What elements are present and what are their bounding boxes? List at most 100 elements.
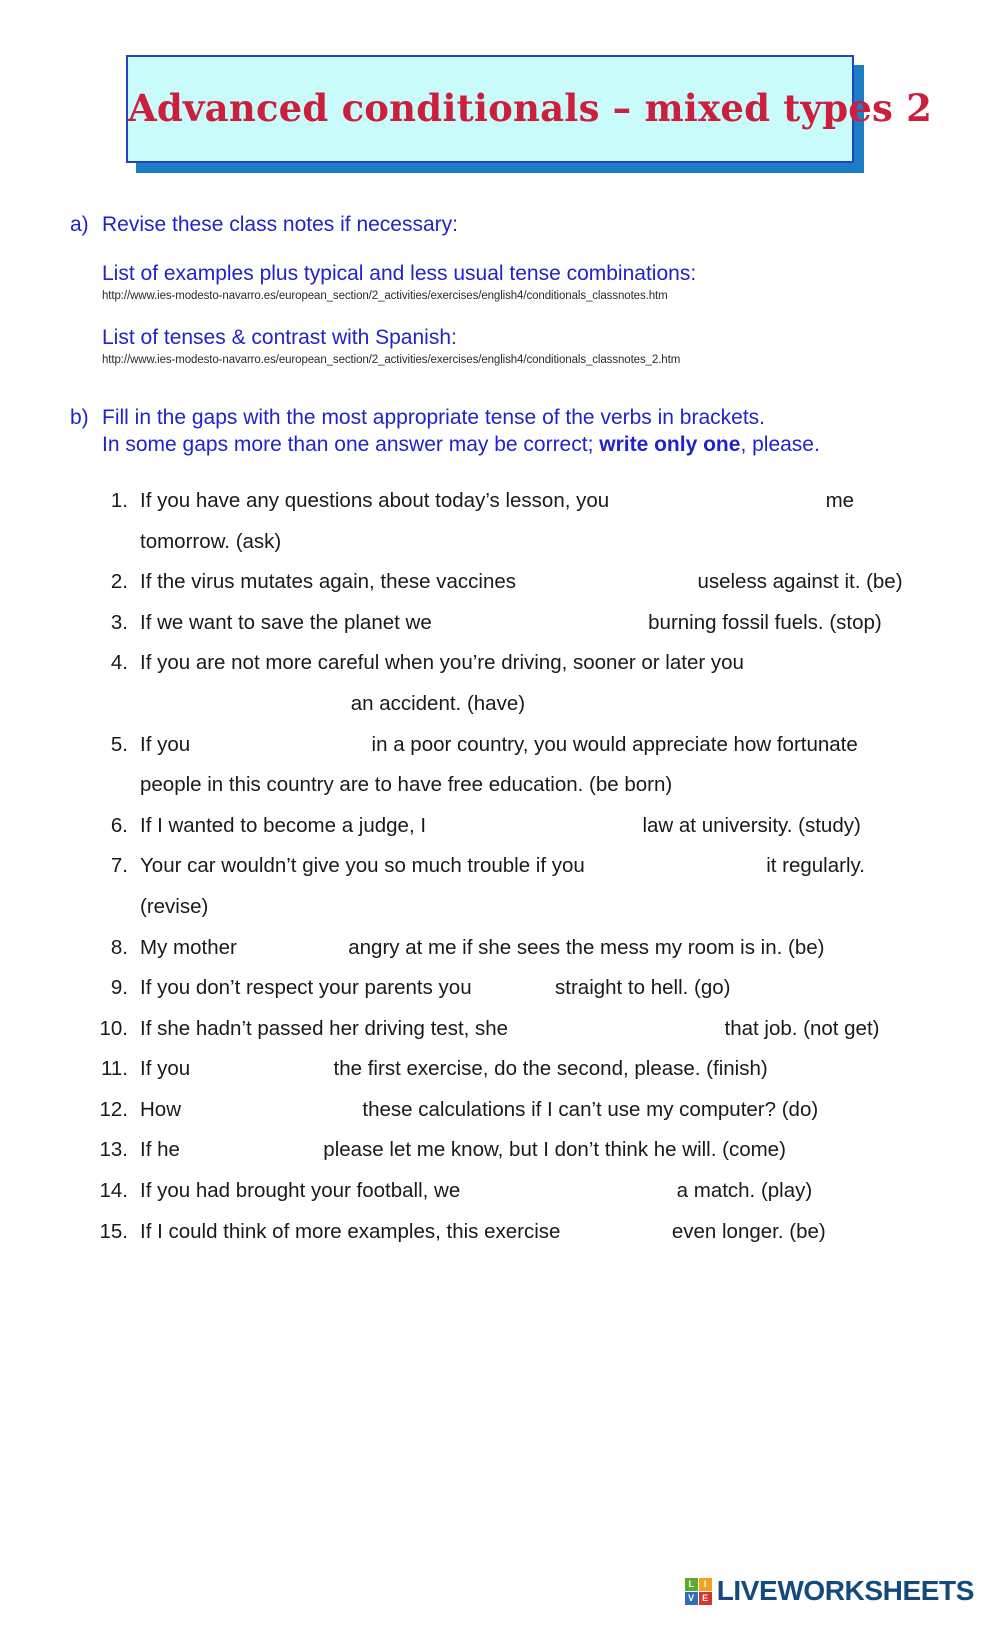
exercise-text: If you are not more careful when you’re … [140, 643, 918, 724]
exercise-text-after-gap: angry at me if she sees the mess my room… [348, 935, 825, 959]
answer-gap[interactable] [432, 811, 637, 832]
exercise-text-before-gap: If the virus mutates again, these vaccin… [140, 570, 517, 594]
exercise-text-before-gap: My mother [140, 935, 237, 959]
answer-gap[interactable] [140, 690, 345, 711]
exercise-text-before-gap: If we want to save the planet we [140, 610, 432, 634]
exercise-number: 6. [110, 813, 128, 837]
exercise-text-before-gap: If I could think of more examples, this … [140, 1219, 561, 1243]
exercise-item: 3. If we want to save the planet we burni… [98, 603, 918, 644]
exercise-text-after-gap: these calculations if I can’t use my com… [362, 1097, 819, 1121]
section-b-line2-after: , please. [740, 433, 820, 457]
exercise-text: How these calculations if I can’t use my… [140, 1090, 918, 1131]
exercise-text-after-gap: that job. (not get) [724, 1016, 880, 1040]
section-b-line1: Fill in the gaps with the most appropria… [102, 405, 766, 429]
exercise-text-after-gap: even longer. (be) [671, 1219, 826, 1243]
answer-gap[interactable] [437, 608, 642, 629]
logo-tile-e: E [698, 1591, 712, 1605]
exercise-text-after-gap: an accident. (have) [350, 692, 526, 716]
logo-tile-i: I [698, 1577, 712, 1591]
exercise-text: If the virus mutates again, these vaccin… [140, 562, 918, 603]
note-url-2[interactable]: http://www.ies-modesto-navarro.es/europe… [102, 352, 1000, 369]
exercise-text-before-gap: Your car wouldn’t give you so much troub… [140, 854, 585, 878]
note-title-1: List of examples plus typical and less u… [102, 261, 697, 285]
exercise-number: 13. [99, 1138, 129, 1162]
note-url-1[interactable]: http://www.ies-modesto-navarro.es/europe… [102, 288, 1000, 305]
answer-gap[interactable] [522, 568, 692, 589]
exercise-text: If you the first exercise, do the second… [140, 1049, 918, 1090]
exercise-number: 7. [110, 854, 128, 878]
note-group-2: List of tenses & contrast with Spanish: … [102, 325, 1000, 370]
exercise-text-after-gap: please let me know, but I don’t think he… [323, 1138, 786, 1162]
exercise-item: 2. If the virus mutates again, these vacc… [98, 562, 918, 603]
exercise-text-after-gap: the first exercise, do the second, pleas… [333, 1057, 768, 1081]
answer-gap[interactable] [566, 1217, 666, 1238]
exercise-item: 8. My mother angry at me if she sees the … [98, 928, 918, 969]
exercise-number: 1. [110, 489, 128, 513]
answer-gap[interactable] [615, 487, 820, 508]
answer-gap[interactable] [243, 933, 343, 954]
section-a-instruction: Revise these class notes if necessary: [102, 213, 458, 236]
section-b-instruction: Fill in the gaps with the most appropria… [102, 404, 930, 459]
exercise-number: 15. [99, 1219, 129, 1243]
exercise-text-before-gap: If you [140, 732, 191, 756]
answer-gap[interactable] [591, 852, 761, 873]
exercise-text-before-gap: If you [140, 1057, 191, 1081]
exercise-item: 9. If you don’t respect your parents you … [98, 968, 918, 1009]
exercise-number: 14. [99, 1178, 129, 1202]
logo-tile-l: L [684, 1577, 698, 1591]
answer-gap[interactable] [514, 1014, 719, 1035]
exercise-text-after-gap: useless against it. (be) [697, 570, 903, 594]
exercise-text-before-gap: If you don’t respect your parents you [140, 976, 472, 1000]
exercise-text-before-gap: If you are not more careful when you’re … [140, 651, 744, 675]
liveworksheets-logo: L I V E LIVEWORKSHEETS [684, 1575, 974, 1607]
exercise-text-before-gap: If I wanted to become a judge, I [140, 813, 427, 837]
exercise-text: If he please let me know, but I don’t th… [140, 1130, 918, 1171]
exercise-item: 11. If you the first exercise, do the sec… [98, 1049, 918, 1090]
answer-gap[interactable] [466, 1176, 671, 1197]
exercise-text: If you in a poor country, you would appr… [140, 725, 918, 806]
exercise-text: If she hadn’t passed her driving test, s… [140, 1009, 918, 1050]
exercise-item: 5. If you in a poor country, you would ap… [98, 725, 918, 806]
exercise-text-after-gap: burning fossil fuels. (stop) [648, 610, 882, 634]
exercise-item: 15. If I could think of more examples, th… [98, 1212, 918, 1253]
answer-gap[interactable] [187, 1095, 357, 1116]
exercise-number: 11. [101, 1057, 128, 1081]
exercise-text: If I could think of more examples, this … [140, 1212, 918, 1253]
exercise-item: 7. Your car wouldn’t give you so much tro… [98, 846, 918, 927]
exercise-text-after-gap: law at university. (study) [642, 813, 861, 837]
answer-gap[interactable] [186, 1136, 318, 1157]
exercise-number: 9. [110, 976, 128, 1000]
class-notes-links: List of examples plus typical and less u… [102, 261, 1000, 370]
exercise-text-before-gap: How [140, 1097, 182, 1121]
exercise-text: If you had brought your football, we a m… [140, 1171, 918, 1212]
answer-gap[interactable] [196, 1055, 328, 1076]
exercise-number: 8. [110, 935, 128, 959]
section-a: a) Revise these class notes if necessary… [70, 211, 1000, 239]
section-b-line2-before: In some gaps more than one answer may be… [102, 433, 600, 457]
section-a-marker: a) [70, 213, 89, 236]
exercise-item: 13. If he please let me know, but I don’t… [98, 1130, 918, 1171]
exercise-number: 12. [99, 1097, 129, 1121]
exercise-item: 14. If you had brought your football, we … [98, 1171, 918, 1212]
exercise-text-before-gap: If he [140, 1138, 180, 1162]
exercise-item: 1. If you have any questions about today’… [98, 481, 918, 562]
exercise-text-after-gap: straight to hell. (go) [555, 976, 731, 1000]
answer-gap[interactable] [477, 974, 549, 995]
title-banner-box: Advanced conditionals – mixed types 2 [126, 55, 932, 163]
note-group-1: List of examples plus typical and less u… [102, 261, 1000, 306]
exercise-number: 2. [110, 570, 128, 594]
section-b-marker: b) [70, 405, 89, 429]
title-banner: Advanced conditionals – mixed types 2 [126, 55, 932, 173]
answer-gap[interactable] [196, 730, 366, 751]
exercise-number: 5. [110, 732, 128, 756]
exercise-item: 10. If she hadn’t passed her driving test… [98, 1009, 918, 1050]
exercise-text-before-gap: If you have any questions about today’s … [140, 489, 610, 513]
section-b-line2: In some gaps more than one answer may be… [102, 431, 930, 459]
section-b-line2-bold: write only one [599, 433, 741, 457]
exercise-number: 10. [99, 1016, 129, 1040]
exercise-text: If you have any questions about today’s … [140, 481, 918, 562]
exercise-text: My mother angry at me if she sees the me… [140, 928, 918, 969]
exercise-text: If I wanted to become a judge, I law at … [140, 806, 918, 847]
exercise-list: 1. If you have any questions about today’… [98, 481, 918, 1252]
exercise-item: 12. How these calculations if I can’t use… [98, 1090, 918, 1131]
